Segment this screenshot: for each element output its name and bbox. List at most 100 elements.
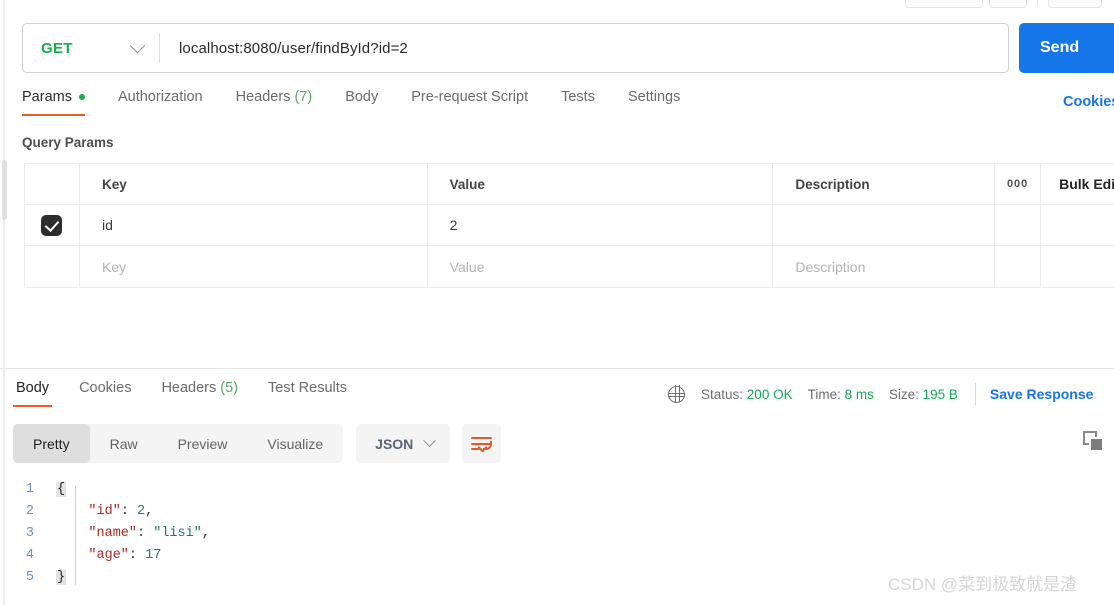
time-value: 8 ms xyxy=(844,386,874,402)
chevron-down-icon xyxy=(129,37,146,53)
response-tabs: Body Cookies Headers (5) Test Results xyxy=(13,380,374,407)
empty-row-description-input[interactable]: Description xyxy=(773,246,996,287)
method-label: GET xyxy=(41,39,73,57)
response-tab-headers-count: (5) xyxy=(220,380,239,396)
line-number: 3 xyxy=(25,525,34,541)
row-checkbox-cell[interactable] xyxy=(25,205,80,245)
code-token: : xyxy=(120,503,138,519)
params-modified-dot-icon xyxy=(78,94,85,101)
code-token: , xyxy=(145,503,154,519)
size-label: Size: xyxy=(888,386,919,402)
empty-row-value-input[interactable]: Value xyxy=(428,246,774,287)
code-line: 1{ xyxy=(22,478,210,500)
toolbar-divider xyxy=(1037,0,1038,5)
status-label: Status: xyxy=(701,386,744,402)
code-token: "name" xyxy=(88,525,138,541)
row-value-input[interactable]: 2 xyxy=(428,205,774,245)
response-body-toolbar: Pretty Raw Preview Visualize JSON xyxy=(13,424,502,463)
line-number: 2 xyxy=(25,503,34,519)
wrap-lines-button[interactable] xyxy=(462,424,502,463)
toolbar-chip-3[interactable] xyxy=(1048,0,1102,8)
view-mode-preview[interactable]: Preview xyxy=(158,424,248,463)
empty-row-key-input[interactable]: Key xyxy=(80,246,428,287)
checkbox-checked-icon[interactable] xyxy=(41,214,63,236)
copy-icon[interactable] xyxy=(1083,431,1105,453)
code-line-text: "age": 17 xyxy=(56,548,161,563)
empty-row-spacer-dots xyxy=(995,246,1042,287)
toolbar-chip-2[interactable] xyxy=(989,0,1027,8)
header-value: Value xyxy=(428,164,774,204)
code-token: "lisi" xyxy=(153,525,202,541)
url-box: GET localhost:8080/user/findById?id=2 xyxy=(22,23,1009,73)
request-url-row: GET localhost:8080/user/findById?id=2 xyxy=(22,23,1114,73)
header-key: Key xyxy=(80,164,428,204)
method-selector[interactable]: GET xyxy=(23,24,159,72)
tab-tests[interactable]: Tests xyxy=(561,89,595,116)
tab-settings[interactable]: Settings xyxy=(628,89,680,116)
url-input[interactable]: localhost:8080/user/findById?id=2 xyxy=(160,40,1008,57)
code-line-text: "name": "lisi", xyxy=(56,526,210,541)
top-toolbar-chips xyxy=(905,0,1102,8)
ellipsis-icon: 000 xyxy=(1006,178,1029,190)
view-mode-pretty[interactable]: Pretty xyxy=(13,424,90,463)
copy-icon-front xyxy=(1089,437,1104,452)
code-token: : xyxy=(128,547,146,563)
send-button[interactable]: Send xyxy=(1019,23,1114,73)
cookies-link[interactable]: Cookies xyxy=(1063,94,1114,110)
code-token: { xyxy=(56,481,67,497)
meta-divider xyxy=(974,383,976,405)
table-row-empty: Key Value Description xyxy=(25,246,1114,287)
wrap-icon-line-1 xyxy=(471,437,493,439)
toolbar-chip-1[interactable] xyxy=(905,0,983,8)
row-spacer-bulk xyxy=(1041,205,1114,245)
response-tab-cookies[interactable]: Cookies xyxy=(76,380,134,407)
format-label: JSON xyxy=(375,435,414,452)
size-badge: Size: 195 B xyxy=(889,387,958,402)
globe-icon xyxy=(667,385,685,403)
response-tab-body[interactable]: Body xyxy=(13,380,53,407)
format-selector[interactable]: JSON xyxy=(356,424,451,463)
status-value: 200 OK xyxy=(746,386,793,402)
status-badge: Status: 200 OK xyxy=(701,387,793,402)
row-spacer-dots xyxy=(995,205,1042,245)
header-description: Description xyxy=(773,164,996,204)
view-mode-visualize[interactable]: Visualize xyxy=(247,424,343,463)
code-token: "id" xyxy=(88,503,121,519)
response-tab-test-results[interactable]: Test Results xyxy=(265,380,350,407)
code-line-text: { xyxy=(56,481,67,497)
time-label: Time: xyxy=(807,386,841,402)
code-line: 3 "name": "lisi", xyxy=(22,522,210,544)
row-description-input[interactable] xyxy=(773,205,996,245)
section-divider xyxy=(0,368,1114,369)
left-edge-rail xyxy=(3,0,5,605)
code-token: "age" xyxy=(88,547,129,563)
chevron-down-icon xyxy=(423,434,437,448)
scrollbar-thumb[interactable] xyxy=(2,160,7,220)
view-mode-raw[interactable]: Raw xyxy=(90,424,158,463)
request-tabs: Params Authorization Headers (7) Body Pr… xyxy=(22,89,713,121)
wrap-text-icon xyxy=(483,441,493,450)
bulk-edit-button[interactable]: Bulk Edit xyxy=(1041,164,1114,204)
code-token: 17 xyxy=(145,547,162,563)
tab-body[interactable]: Body xyxy=(345,89,378,116)
empty-row-checkbox-cell[interactable] xyxy=(25,246,80,287)
table-row: id 2 xyxy=(25,205,1114,246)
postman-window: GET localhost:8080/user/findById?id=2 Se… xyxy=(0,0,1114,605)
tab-headers-label: Headers xyxy=(235,89,291,105)
empty-row-spacer-bulk xyxy=(1041,246,1114,287)
row-key-input[interactable]: id xyxy=(80,205,428,245)
response-body-code[interactable]: 1{2 "id": 2, 3 "name": "lisi", 4 "age": 17… xyxy=(22,478,210,588)
tab-pre-request-script[interactable]: Pre-request Script xyxy=(411,89,528,116)
response-tab-headers[interactable]: Headers (5) xyxy=(158,380,241,407)
tab-headers[interactable]: Headers (7) xyxy=(236,89,313,116)
save-response-button[interactable]: Save Response xyxy=(990,386,1094,402)
line-number: 1 xyxy=(25,481,34,497)
response-meta: Status: 200 OK Time: 8 ms Size: 195 B Sa… xyxy=(667,383,1094,405)
code-line-text: "id": 2, xyxy=(56,504,153,519)
tab-authorization[interactable]: Authorization xyxy=(118,89,203,116)
table-options-button[interactable]: 000 xyxy=(995,164,1042,204)
tab-params[interactable]: Params xyxy=(22,89,85,116)
